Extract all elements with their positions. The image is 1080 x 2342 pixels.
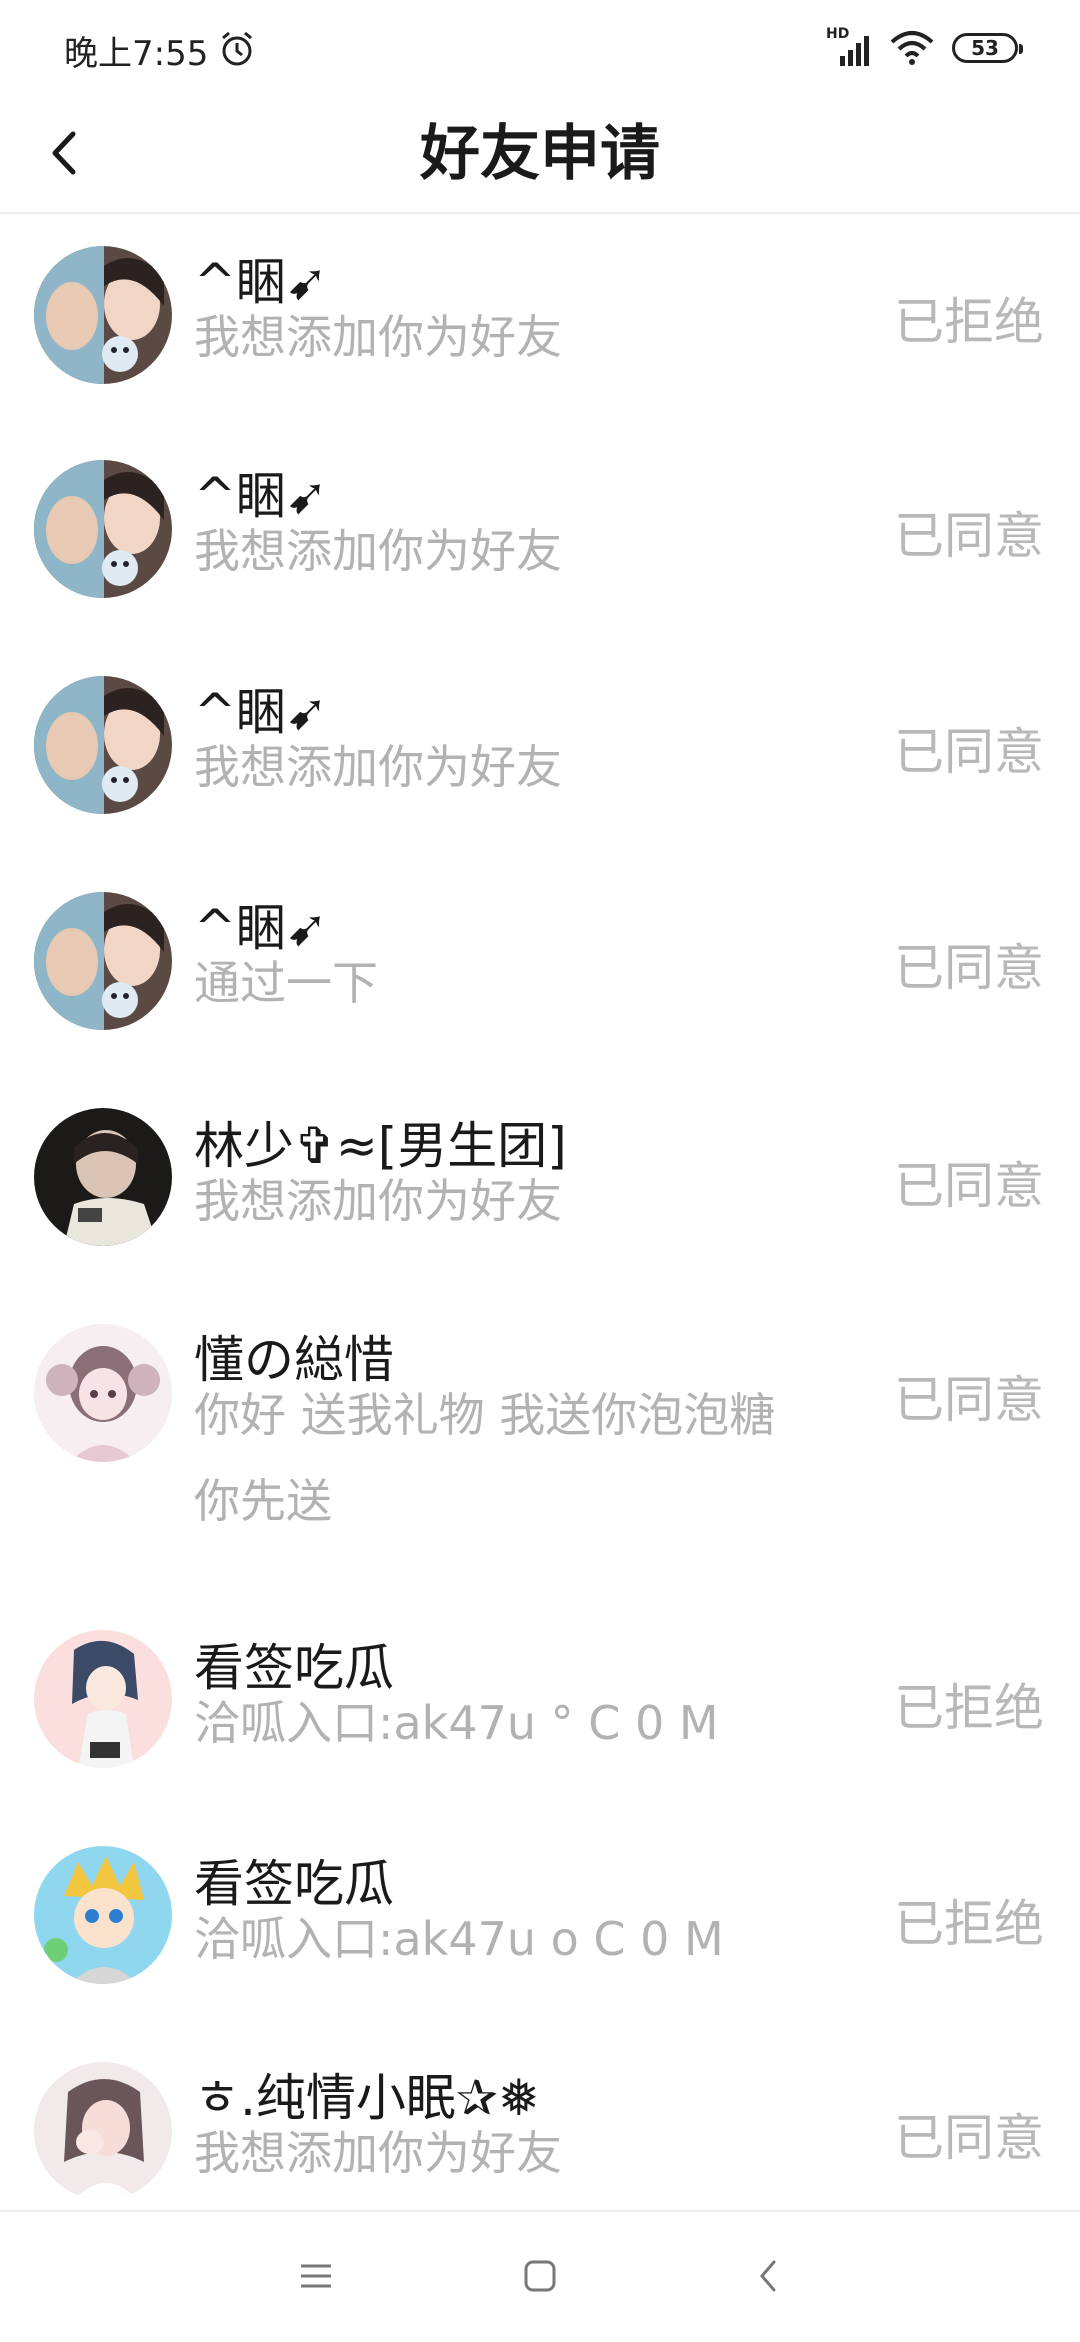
avatar[interactable] bbox=[34, 460, 172, 598]
avatar[interactable] bbox=[34, 676, 172, 814]
title-bar: 好友申请 bbox=[0, 96, 1080, 214]
status-time: 晚上7:55 bbox=[64, 34, 209, 74]
request-status: 已拒绝 bbox=[894, 1679, 1044, 1737]
list-item[interactable]: 懂の縂惜 你好 送我礼物 我送你泡泡糖 你先送 已同意 bbox=[0, 1296, 1080, 1602]
request-message: 你好 送我礼物 我送你泡泡糖 你先送 bbox=[194, 1388, 776, 1528]
request-status: 已同意 bbox=[894, 2109, 1044, 2167]
menu-button[interactable] bbox=[286, 2246, 346, 2306]
alarm-icon bbox=[222, 31, 252, 66]
request-message: 洽呱入口:ak47u ° C 0 M bbox=[194, 1696, 719, 1750]
list-item[interactable]: 林少✞≈[男生团] 我想添加你为好友 已同意 bbox=[0, 1080, 1080, 1296]
avatar[interactable] bbox=[34, 1630, 172, 1768]
menu-icon bbox=[301, 2264, 331, 2288]
battery-icon: 53 bbox=[952, 33, 1023, 63]
request-message: 我想添加你为好友 bbox=[194, 2126, 562, 2180]
avatar[interactable] bbox=[34, 892, 172, 1030]
list-item[interactable]: 看签吃瓜 洽呱入口:ak47u o C 0 M 已拒绝 bbox=[0, 1818, 1080, 2034]
request-status: 已同意 bbox=[894, 1157, 1044, 1215]
status-bar: 晚上7:55 HD 53 bbox=[0, 0, 1080, 96]
status-icons: HD 53 bbox=[826, 26, 1023, 68]
list-item[interactable]: ^睏➹ 我想添加你为好友 已同意 bbox=[0, 646, 1080, 862]
system-nav-bar bbox=[0, 2210, 1080, 2342]
page-title: 好友申请 bbox=[420, 119, 660, 189]
list-item[interactable]: ^睏➹ 我想添加你为好友 已拒绝 bbox=[0, 214, 1080, 430]
request-message: 洽呱入口:ak47u o C 0 M bbox=[194, 1912, 724, 1966]
back-icon bbox=[760, 2260, 776, 2292]
request-message: 通过一下 bbox=[194, 956, 378, 1010]
home-button[interactable] bbox=[510, 2246, 570, 2306]
request-status: 已同意 bbox=[894, 723, 1044, 781]
request-status: 已拒绝 bbox=[894, 293, 1044, 351]
request-message: 我想添加你为好友 bbox=[194, 1174, 562, 1228]
wifi-icon bbox=[890, 31, 934, 65]
avatar[interactable] bbox=[34, 1324, 172, 1462]
list-item[interactable]: ^睏➹ 我想添加你为好友 已同意 bbox=[0, 430, 1080, 646]
request-status: 已拒绝 bbox=[894, 1895, 1044, 1953]
request-message: 我想添加你为好友 bbox=[194, 740, 562, 794]
avatar[interactable] bbox=[34, 1108, 172, 1246]
system-back-button[interactable] bbox=[738, 2246, 798, 2306]
friend-request-list[interactable]: ^睏➹ 我想添加你为好友 已拒绝 ^睏➹ 我想添加你为好友 已同意 ^睏➹ 我想… bbox=[0, 214, 1080, 2254]
list-item[interactable]: ^睏➹ 通过一下 已同意 bbox=[0, 862, 1080, 1080]
avatar[interactable] bbox=[34, 1846, 172, 1984]
home-icon bbox=[524, 2260, 556, 2292]
request-message: 我想添加你为好友 bbox=[194, 524, 562, 578]
avatar[interactable] bbox=[34, 246, 172, 384]
battery-level: 53 bbox=[971, 36, 999, 60]
list-item[interactable]: 看签吃瓜 洽呱入口:ak47u ° C 0 M 已拒绝 bbox=[0, 1602, 1080, 1818]
request-status: 已同意 bbox=[894, 1371, 1044, 1429]
request-message: 我想添加你为好友 bbox=[194, 310, 562, 364]
request-status: 已同意 bbox=[894, 939, 1044, 997]
signal-icon: HD bbox=[826, 26, 872, 68]
avatar[interactable] bbox=[34, 2062, 172, 2200]
request-status: 已同意 bbox=[894, 507, 1044, 565]
